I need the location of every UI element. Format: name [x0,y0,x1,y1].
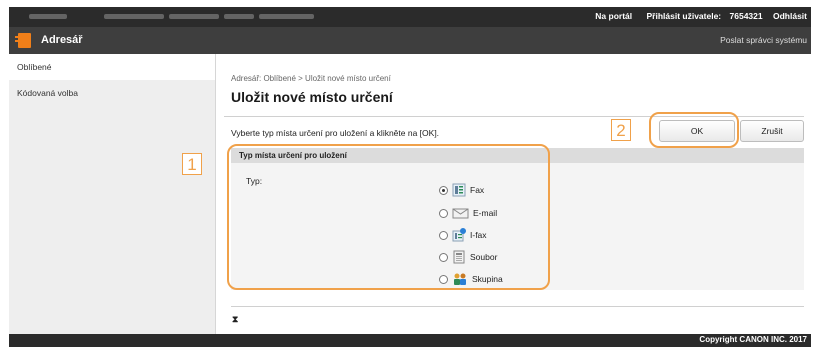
url-blur [104,14,164,19]
url-blur [224,14,254,19]
instruction-text: Vyberte typ místa určení pro uložení a k… [231,128,440,138]
app-bar: Adresář Poslat správci systému [9,27,811,54]
sidebar-item-coded-dial[interactable]: Kódovaná volba [9,80,215,106]
mail-admin-link[interactable]: Poslat správci systému [720,35,807,45]
url-blur [169,14,219,19]
sidebar-item-favorites[interactable]: Oblíbené [9,54,215,80]
sort-icon[interactable]: ⧗ [232,314,238,325]
callout-box-1 [227,144,550,290]
page-title: Uložit nové místo určení [231,89,393,105]
callout-number-1: 1 [182,153,202,175]
cancel-button[interactable]: Zrušit [740,120,804,142]
footer: Copyright CANON INC. 2017 [9,334,811,347]
address-book-icon [15,33,31,48]
divider [231,306,804,307]
url-blur [259,14,314,19]
copyright: Copyright CANON INC. 2017 [699,335,807,344]
browser-page: Na portál Přihlásit uživatele: 7654321 O… [9,7,811,347]
sidebar: Oblíbené Kódovaná volba [9,54,216,334]
logout-link[interactable]: Odhlásit [773,11,807,21]
breadcrumb: Adresář: Oblíbené > Uložit nové místo ur… [231,74,391,83]
callout-box-2 [649,112,739,148]
login-label: Přihlásit uživatele: [646,11,722,21]
portal-link[interactable]: Na portál [595,11,632,21]
callout-number-2: 2 [611,119,631,141]
app-title: Adresář [41,34,83,46]
top-right-links: Na portál Přihlásit uživatele: 7654321 O… [583,11,807,21]
user-id: 7654321 [729,11,763,21]
top-bar: Na portál Přihlásit uživatele: 7654321 O… [9,7,811,27]
url-blur [29,14,67,19]
